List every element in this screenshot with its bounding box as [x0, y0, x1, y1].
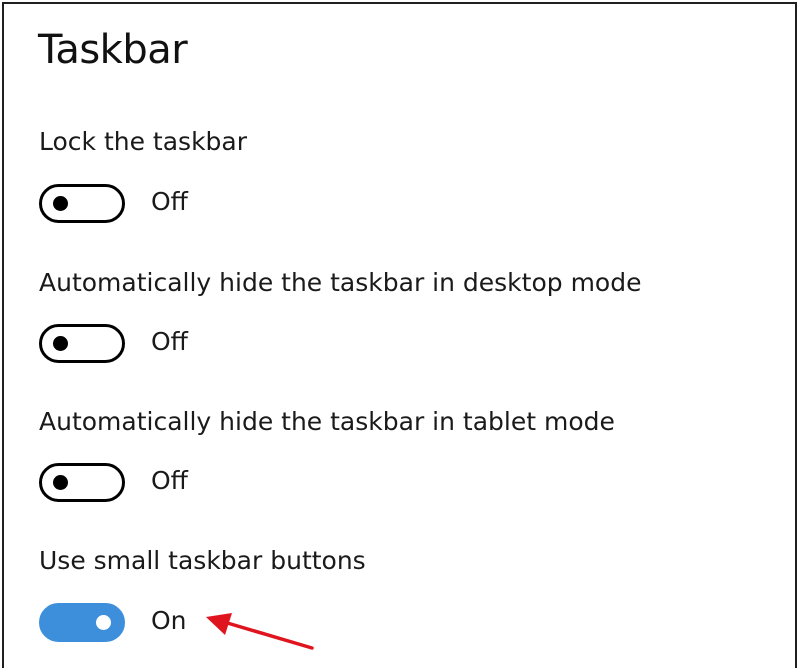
- toggle-autohide-tablet[interactable]: [39, 463, 125, 502]
- page-title: Taskbar: [38, 27, 188, 73]
- toggle-state-lock-taskbar: Off: [151, 187, 188, 216]
- setting-label-autohide-desktop: Automatically hide the taskbar in deskto…: [39, 268, 642, 297]
- toggle-knob: [53, 336, 68, 351]
- red-arrow-icon: [206, 613, 314, 650]
- toggle-state-autohide-desktop: Off: [151, 327, 188, 356]
- setting-label-small-buttons: Use small taskbar buttons: [39, 546, 366, 575]
- toggle-knob: [96, 615, 111, 630]
- setting-label-lock-taskbar: Lock the taskbar: [39, 127, 248, 156]
- toggle-state-autohide-tablet: Off: [151, 466, 188, 495]
- toggle-small-buttons[interactable]: [39, 603, 125, 642]
- toggle-knob: [53, 196, 68, 211]
- toggle-autohide-desktop[interactable]: [39, 324, 125, 363]
- toggle-lock-taskbar[interactable]: [39, 184, 125, 223]
- toggle-state-small-buttons: On: [151, 606, 187, 635]
- setting-label-autohide-tablet: Automatically hide the taskbar in tablet…: [39, 407, 615, 436]
- settings-panel: Taskbar Lock the taskbar Off Automatical…: [2, 2, 797, 668]
- toggle-knob: [53, 475, 68, 490]
